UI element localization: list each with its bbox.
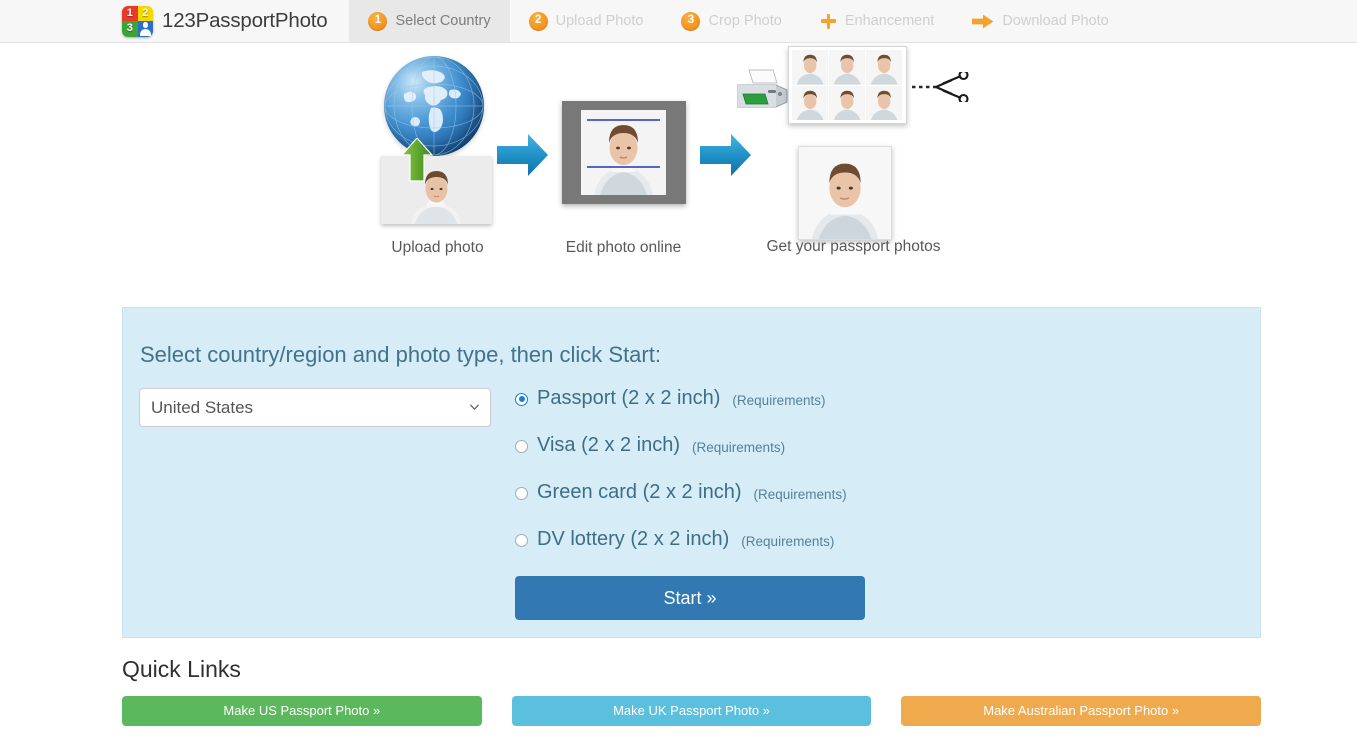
site-header: 1 2 3 123PassportPhoto 1 Select Country …	[0, 0, 1357, 43]
start-button[interactable]: Start »	[515, 576, 865, 620]
quick-link-us-passport[interactable]: Make US Passport Photo »	[122, 696, 482, 726]
number-badge-2-icon: 2	[528, 11, 548, 31]
scissors-icon	[911, 72, 969, 102]
sheet-photo	[791, 85, 828, 120]
number-badge-1-icon: 1	[368, 11, 388, 31]
radio-option-green-card[interactable]: Green card (2 x 2 inch)	[515, 482, 742, 502]
blue-arrow-icon	[496, 134, 548, 176]
final-passport-photo	[797, 146, 892, 240]
hero-illustration: Upload photo Edit photo online Get your …	[0, 43, 1357, 285]
nav-step-crop-photo[interactable]: 3 Crop Photo	[662, 0, 800, 42]
requirements-link-passport[interactable]: (Requirements)	[732, 393, 825, 408]
hero-caption-edit: Edit photo online	[565, 239, 682, 256]
nav-step-label: Select Country	[395, 13, 491, 29]
country-select-wrapper: United States	[139, 388, 491, 427]
requirements-link-green-card[interactable]: (Requirements)	[754, 487, 847, 502]
quick-links-title: Quick Links	[122, 656, 241, 682]
logo-cell-2: 2	[137, 5, 153, 21]
step-navigation: 1 Select Country 2 Upload Photo 3 Crop P…	[349, 0, 1127, 42]
photo-type-options: Passport (2 x 2 inch) (Requirements) Vis…	[491, 388, 1260, 620]
nav-step-label: Crop Photo	[708, 13, 782, 29]
country-select[interactable]: United States	[139, 388, 491, 427]
sheet-photo	[828, 85, 866, 120]
person-icon	[139, 22, 152, 36]
radio-label: Visa (2 x 2 inch)	[537, 434, 681, 456]
nav-step-label: Download Photo	[1002, 13, 1109, 29]
radio-indicator-dv-lottery[interactable]	[515, 533, 528, 547]
arrow-right-icon	[972, 14, 994, 28]
nav-step-select-country[interactable]: 1 Select Country	[349, 0, 510, 42]
number-badge-3-icon: 3	[681, 11, 701, 31]
radio-label: Green card (2 x 2 inch)	[537, 481, 742, 503]
radio-label: Passport (2 x 2 inch)	[537, 387, 721, 409]
sheet-photo	[866, 50, 903, 85]
crop-guide-top	[587, 119, 660, 121]
nav-step-enhancement[interactable]: Enhancement	[801, 0, 953, 42]
app-logo-icon: 1 2 3	[122, 5, 153, 37]
green-up-arrow-icon	[400, 138, 433, 182]
hero-caption-upload: Upload photo	[391, 239, 484, 256]
hero-caption-get: Get your passport photos	[766, 238, 941, 255]
photo-type-row: DV lottery (2 x 2 inch) (Requirements)	[515, 529, 1260, 549]
photo-type-row: Green card (2 x 2 inch) (Requirements)	[515, 482, 1260, 502]
nav-step-label: Enhancement	[844, 13, 935, 29]
passport-photo-sheet	[787, 46, 907, 124]
radio-option-dv-lottery[interactable]: DV lottery (2 x 2 inch)	[515, 529, 729, 549]
plus-icon	[820, 13, 837, 30]
photo-type-row: Passport (2 x 2 inch) (Requirements)	[515, 388, 1260, 408]
sheet-photo	[866, 85, 903, 120]
nav-step-label: Upload Photo	[555, 13, 644, 29]
crop-guide-bottom	[587, 166, 660, 168]
edit-photo-frame	[561, 101, 686, 204]
globe-icon	[383, 56, 484, 156]
photo-type-row: Visa (2 x 2 inch) (Requirements)	[515, 435, 1260, 455]
radio-option-visa[interactable]: Visa (2 x 2 inch)	[515, 435, 680, 455]
brand-name: 123PassportPhoto	[162, 9, 328, 32]
radio-indicator-visa[interactable]	[515, 439, 528, 453]
radio-indicator-passport[interactable]	[515, 392, 528, 406]
nav-step-upload-photo[interactable]: 2 Upload Photo	[510, 0, 663, 42]
radio-option-passport[interactable]: Passport (2 x 2 inch)	[515, 388, 720, 408]
requirements-link-visa[interactable]: (Requirements)	[692, 440, 785, 455]
logo-cell-3: 3	[122, 21, 138, 37]
nav-step-download-photo[interactable]: Download Photo	[953, 0, 1127, 42]
country-selection-panel: Select country/region and photo type, th…	[122, 307, 1261, 638]
brand-logo-group[interactable]: 1 2 3 123PassportPhoto	[122, 0, 349, 42]
logo-cell-1: 1	[122, 5, 138, 21]
upload-photo-thumbnail	[380, 156, 492, 224]
quick-link-australian-passport[interactable]: Make Australian Passport Photo »	[901, 696, 1262, 726]
sheet-photo	[828, 50, 866, 85]
printer-icon	[737, 69, 787, 108]
requirements-link-dv-lottery[interactable]: (Requirements)	[741, 534, 834, 549]
sheet-photo	[791, 50, 828, 85]
radio-label: DV lottery (2 x 2 inch)	[537, 528, 730, 550]
blue-arrow-icon	[699, 134, 751, 176]
quick-links-row: Make US Passport Photo » Make UK Passpor…	[122, 696, 1262, 726]
radio-indicator-green-card[interactable]	[515, 486, 528, 500]
logo-cell-person-icon	[137, 21, 153, 37]
quick-link-uk-passport[interactable]: Make UK Passport Photo »	[511, 696, 872, 726]
panel-heading: Select country/region and photo type, th…	[140, 342, 661, 367]
